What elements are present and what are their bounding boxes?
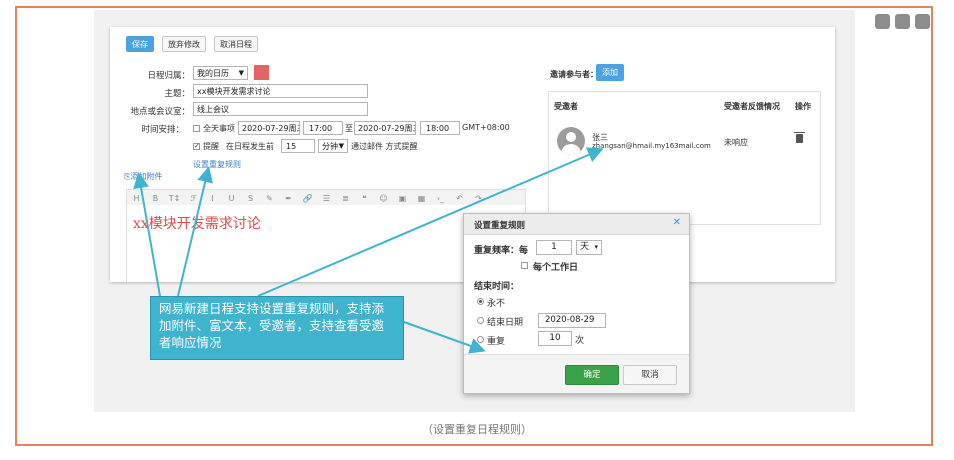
workday-label: 每个工作日 [533, 263, 579, 273]
place-input[interactable]: 线上会议 [193, 102, 368, 116]
end-date-radio[interactable] [477, 317, 484, 324]
end-date-input[interactable]: 2020-07-29周三 [354, 121, 416, 135]
workday-checkbox[interactable] [521, 262, 528, 269]
window-button[interactable] [895, 14, 910, 29]
trash-icon[interactable] [794, 132, 805, 143]
repeat-rule-dialog: 设置重复规则 ✕ 重复频率：每 1 天 ▾ 每个工作日 结束时间： 永不 结束日期… [463, 213, 690, 394]
allday-label: 全天事项 [203, 124, 235, 133]
time-label: 时间安排： [141, 125, 184, 135]
chevron-down-icon: ▼ [338, 142, 344, 150]
repeat-rule-link[interactable]: 设置重复规则 [193, 159, 241, 170]
emoji-icon[interactable]: ☺ [374, 194, 393, 203]
remind-before-label: 在日程发生前 [226, 142, 274, 151]
end-date-label: 结束日期 [487, 318, 524, 328]
place-label: 地点或会议室： [130, 107, 190, 117]
owner-select[interactable]: 我的日历 ▼ [193, 66, 248, 80]
repeat-count-input[interactable]: 10 [538, 331, 572, 346]
repeat-count-label: 重复 [487, 337, 506, 347]
cancel-event-button[interactable]: 取消日程 [214, 36, 258, 52]
window-button[interactable] [875, 14, 890, 29]
remind-label: 提醒 [203, 142, 219, 151]
redo-icon[interactable]: ↷ [469, 194, 488, 203]
invitees-table [548, 91, 821, 225]
font-family-icon[interactable]: ℱ [184, 194, 203, 203]
col-header-action: 操作 [795, 102, 811, 111]
remind-checkbox[interactable]: ✓ [193, 143, 200, 150]
code-icon[interactable]: ›_ [431, 194, 450, 203]
color-swatch[interactable] [254, 65, 269, 80]
freq-input[interactable]: 1 [536, 240, 572, 255]
invitee-email: zhangsan@hmail.my163mail.com [592, 142, 711, 150]
subject-label: 主题： [164, 89, 190, 99]
dialog-title: 设置重复规则 [474, 221, 526, 231]
freq-label: 重复频率：每 [474, 246, 529, 256]
remind-via-label: 通过邮件 方式提醒 [351, 142, 418, 151]
repeat-unit-label: 次 [575, 336, 585, 346]
never-radio[interactable] [477, 298, 484, 305]
owner-value: 我的日历 [197, 69, 229, 78]
annotation-callout: 网易新建日程支持设置重复规则，支持添加附件、富文本，受邀者，支持查看受邀者响应情… [150, 296, 404, 360]
close-icon[interactable]: ✕ [673, 217, 681, 228]
start-time-input[interactable]: 17:00 [303, 121, 343, 135]
dialog-footer: 确定 取消 [464, 354, 689, 393]
col-header-status: 受邀者反馈情况 [724, 102, 780, 111]
freq-unit-select[interactable]: 天 ▾ [576, 240, 602, 255]
remind-value-input[interactable]: 15 [281, 139, 315, 153]
heading-icon[interactable]: H [127, 194, 146, 203]
end-time-input[interactable]: 18:00 [420, 121, 460, 135]
figure-caption: （设置重复日程规则） [422, 423, 532, 436]
align-icon[interactable]: ≣ [336, 194, 355, 203]
link-icon[interactable]: 🔗 [298, 194, 317, 203]
to-label: 至 [345, 124, 353, 133]
chevron-down-icon: ▼ [238, 69, 244, 77]
add-invitee-button[interactable]: 添加 [596, 64, 624, 81]
editor-content[interactable]: xx模块开发需求讨论 [133, 213, 261, 233]
owner-label: 日程归属： [147, 71, 190, 81]
window-button[interactable] [915, 14, 930, 29]
bold-icon[interactable]: B [146, 194, 165, 203]
save-button[interactable]: 保存 [126, 36, 154, 52]
timezone-label: GMT+08:00 [462, 123, 510, 132]
subject-input[interactable]: xx模块开发需求讨论 [193, 84, 368, 98]
invitee-status: 未响应 [724, 138, 748, 147]
end-date-input[interactable]: 2020-08-29 [538, 313, 606, 328]
start-date-input[interactable]: 2020-07-29周三 [238, 121, 300, 135]
col-header-invitee: 受邀者 [554, 102, 578, 111]
list-icon[interactable]: ☰ [317, 194, 336, 203]
allday-checkbox[interactable] [193, 125, 200, 132]
chevron-down-icon: ▾ [594, 243, 598, 251]
text-color-icon[interactable]: ✎ [260, 194, 279, 203]
undo-icon[interactable]: ↶ [450, 194, 469, 203]
repeat-count-radio[interactable] [477, 336, 484, 343]
never-label: 永不 [487, 299, 506, 309]
highlight-icon[interactable]: ✒ [279, 194, 298, 203]
image-icon[interactable]: ▣ [393, 194, 412, 203]
discard-button[interactable]: 放弃修改 [162, 36, 206, 52]
table-icon[interactable]: ▦ [412, 194, 431, 203]
end-time-label: 结束时间： [474, 282, 520, 292]
ok-button[interactable]: 确定 [565, 365, 619, 385]
strikethrough-icon[interactable]: S [241, 194, 260, 203]
window-controls [875, 14, 930, 29]
underline-icon[interactable]: U [222, 194, 241, 203]
quote-icon[interactable]: ❝ [355, 194, 374, 203]
add-attachment-link[interactable]: ⎘添加附件 [124, 171, 162, 182]
font-size-icon[interactable]: T↕ [165, 194, 184, 203]
dialog-header: 设置重复规则 ✕ [464, 214, 689, 235]
remind-unit-value: 分钟 [322, 142, 338, 151]
italic-icon[interactable]: I [203, 194, 222, 203]
invitees-label: 邀请参与者： [550, 70, 598, 79]
avatar [557, 127, 585, 155]
dialog-cancel-button[interactable]: 取消 [623, 365, 677, 385]
add-attachment-label: 添加附件 [130, 172, 163, 181]
freq-unit-value: 天 [580, 242, 590, 252]
remind-unit-select[interactable]: 分钟 ▼ [318, 139, 348, 153]
